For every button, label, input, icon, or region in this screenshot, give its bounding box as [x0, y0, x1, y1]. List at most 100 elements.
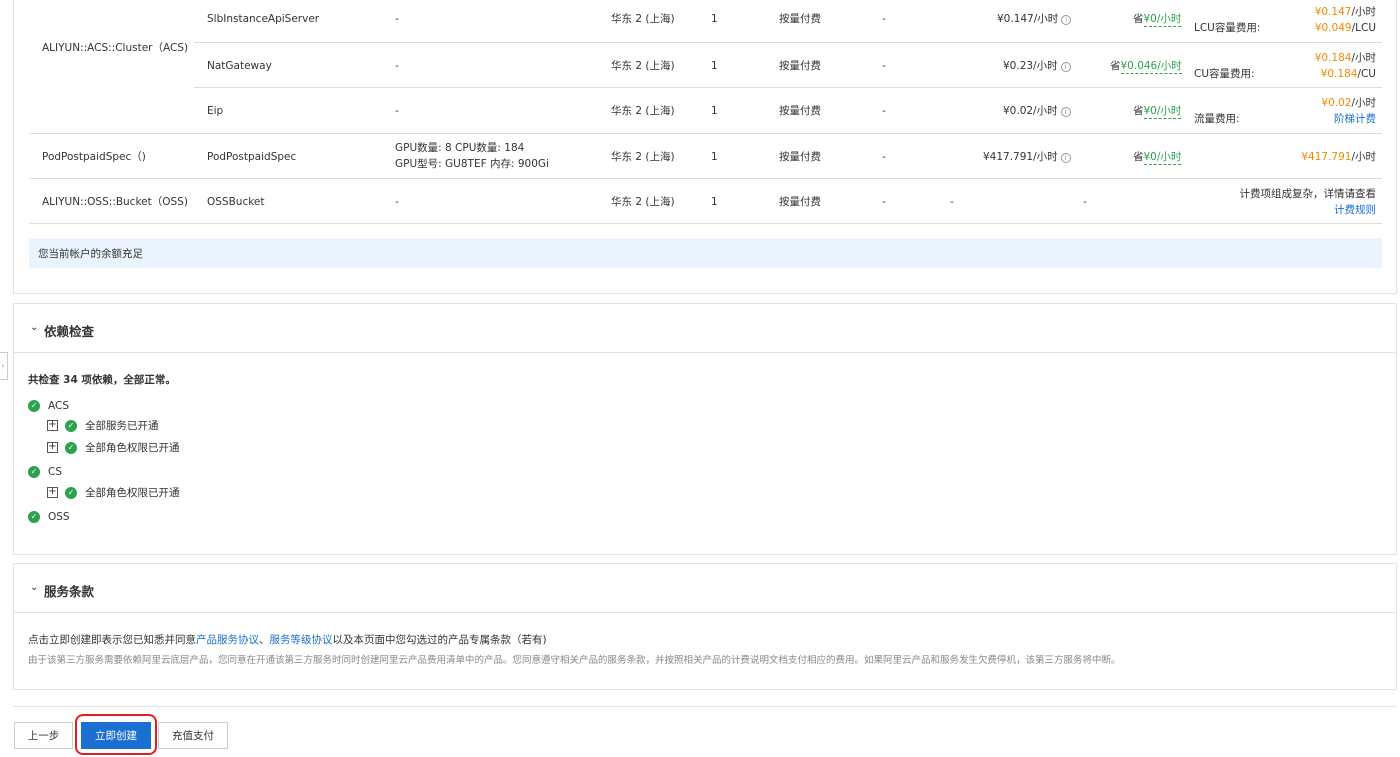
previous-step-button[interactable]: 上一步 [14, 722, 73, 749]
resource-spec: - [395, 13, 399, 25]
check-circle-icon: ✓ [28, 511, 40, 523]
dep-acs-roles: + ✓ 全部角色权限已开通 [47, 441, 180, 454]
chevron-down-icon: ⌄ [30, 322, 39, 333]
resource-discount: - [882, 105, 886, 117]
section-title: 服务条款 [44, 584, 95, 599]
resource-name: Eip [207, 105, 224, 117]
fee-line-1: ¥0.147/小时 [1314, 6, 1376, 18]
fee-complex-note: 计费项组成复杂，详情请查看 [1239, 188, 1377, 200]
info-icon[interactable]: i [1060, 107, 1071, 117]
create-now-button[interactable]: 立即创建 [81, 722, 151, 749]
check-circle-icon: ✓ [28, 400, 40, 412]
resource-saving: - [1083, 196, 1087, 208]
row-divider [194, 87, 1382, 88]
resource-region: 华东 2 (上海) [611, 13, 675, 25]
resource-billing: 按量付费 [779, 13, 821, 25]
check-circle-icon: ✓ [65, 441, 77, 454]
row-divider [194, 42, 1382, 43]
resource-discount: - [882, 196, 886, 208]
resource-saving: 省¥0/小时 [1133, 105, 1182, 119]
footer-divider [13, 706, 1397, 707]
check-circle-icon: ✓ [65, 486, 77, 499]
row-divider [29, 178, 1382, 179]
dep-cs-roles: + ✓ 全部角色权限已开通 [47, 486, 180, 499]
resource-price: ¥0.02/小时 i [1003, 104, 1071, 118]
resource-price: - [950, 196, 954, 208]
fee-line-1: ¥0.02/小时 [1321, 97, 1376, 109]
billing-rules-link[interactable]: 计费规则 [1334, 203, 1376, 217]
dep-cs: ✓ CS [28, 466, 62, 478]
service-terms-header[interactable]: ⌄ 服务条款 [14, 564, 1396, 613]
resource-discount: - [882, 151, 886, 163]
resource-qty: 1 [711, 13, 718, 25]
fee-line-2: ¥0.184/CU [1320, 68, 1376, 80]
balance-notice: 您当前帐户的余额充足 [29, 238, 1382, 268]
resource-spec: - [395, 60, 399, 72]
sidebar-collapse-handle[interactable]: ‹ [0, 352, 8, 380]
resource-discount: - [882, 13, 886, 25]
resource-qty: 1 [711, 105, 718, 117]
resource-spec-line-1: GPU数量: 8 CPU数量: 184 [395, 142, 525, 154]
resource-saving: 省¥0.046/小时 [1110, 60, 1182, 74]
resource-saving: 省¥0/小时 [1133, 151, 1182, 165]
resource-region: 华东 2 (上海) [611, 196, 675, 208]
resource-spec-line-2: GPU型号: GU8TEF 内存: 900Gi [395, 158, 549, 170]
pricing-table-panel: ALIYUN::ACS::Cluster（ACS) SlbInstanceApi… [13, 0, 1397, 294]
resource-region: 华东 2 (上海) [611, 60, 675, 72]
service-level-agreement-link[interactable]: 服务等级协议 [270, 634, 333, 646]
resource-name: NatGateway [207, 60, 272, 72]
resource-qty: 1 [711, 60, 718, 72]
dep-acs: ✓ ACS [28, 400, 69, 412]
resource-spec: - [395, 196, 399, 208]
fee-line-2: ¥0.049/LCU [1314, 22, 1376, 34]
resource-billing: 按量付费 [779, 60, 821, 72]
terms-agreement-text: 点击立即创建即表示您已知悉并同意产品服务协议、服务等级协议以及本页面中您勾选过的… [28, 634, 547, 646]
check-circle-icon: ✓ [28, 466, 40, 478]
group-pod-postpaid: PodPostpaidSpec（) [42, 151, 146, 163]
fee-label: LCU容量费用: [1194, 22, 1261, 34]
info-icon[interactable]: i [1061, 15, 1072, 25]
service-terms-panel: ⌄ 服务条款 点击立即创建即表示您已知悉并同意产品服务协议、服务等级协议以及本页… [13, 563, 1397, 690]
dependency-summary: 共检查 34 项依赖，全部正常。 [28, 374, 176, 386]
fee-label: CU容量费用: [1194, 68, 1255, 80]
dependency-check-header[interactable]: ⌄ 依赖检查 [14, 304, 1396, 353]
resource-qty: 1 [711, 196, 718, 208]
resource-billing: 按量付费 [779, 196, 821, 208]
recharge-pay-button[interactable]: 充值支付 [158, 722, 228, 749]
dependency-check-panel: ⌄ 依赖检查 共检查 34 项依赖，全部正常。 ✓ ACS + ✓ 全部服务已开… [13, 303, 1397, 555]
chevron-down-icon: ⌄ [30, 582, 39, 593]
fee-label: 流量费用: [1194, 113, 1240, 125]
resource-spec: - [395, 105, 399, 117]
row-divider [29, 223, 1382, 224]
row-divider [29, 133, 1382, 134]
resource-billing: 按量付费 [779, 105, 821, 117]
resource-billing: 按量付费 [779, 151, 821, 163]
resource-qty: 1 [711, 151, 718, 163]
plus-square-icon[interactable]: + [47, 420, 58, 431]
check-circle-icon: ✓ [65, 419, 77, 432]
section-title: 依赖检查 [44, 324, 95, 339]
third-party-notice: 由于该第三方服务需要依赖阿里云底层产品，您同意在开通该第三方服务时同时创建阿里云… [28, 655, 1121, 666]
fee-line-1: ¥0.184/小时 [1314, 52, 1376, 64]
resource-saving: 省¥0/小时 [1133, 13, 1182, 27]
resource-price: ¥0.23/小时 i [1003, 59, 1071, 73]
resource-region: 华东 2 (上海) [611, 105, 675, 117]
tiered-billing-link[interactable]: 阶梯计费 [1334, 112, 1376, 126]
group-oss-bucket: ALIYUN::OSS::Bucket（OSS) [42, 196, 188, 208]
info-icon[interactable]: i [1060, 153, 1071, 163]
resource-region: 华东 2 (上海) [611, 151, 675, 163]
resource-name: SlbInstanceApiServer [207, 13, 320, 25]
resource-name: PodPostpaidSpec [207, 151, 297, 163]
resource-discount: - [882, 60, 886, 72]
fee-line-1: ¥417.791/小时 [1301, 151, 1376, 163]
group-acs-cluster: ALIYUN::ACS::Cluster（ACS) [42, 42, 189, 54]
info-icon[interactable]: i [1060, 62, 1071, 72]
plus-square-icon[interactable]: + [47, 487, 58, 498]
resource-price: ¥417.791/小时 i [983, 150, 1071, 164]
dep-acs-services: + ✓ 全部服务已开通 [47, 419, 159, 432]
resource-price: ¥0.147/小时 i [997, 12, 1072, 26]
resource-name: OSSBucket [207, 196, 265, 208]
dep-oss: ✓ OSS [28, 511, 70, 523]
product-service-agreement-link[interactable]: 产品服务协议 [196, 634, 259, 646]
plus-square-icon[interactable]: + [47, 442, 58, 453]
